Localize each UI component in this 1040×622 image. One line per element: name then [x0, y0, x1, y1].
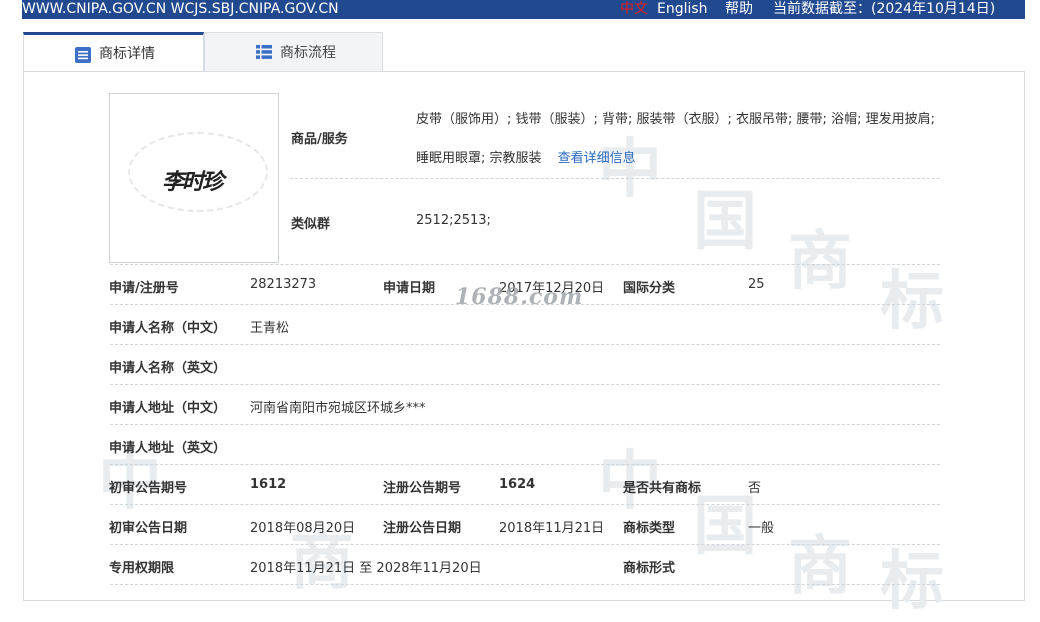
language-chinese-link[interactable]: 中文 — [620, 0, 648, 19]
tab-trademark-details[interactable]: 商标详情 — [23, 32, 204, 72]
site-watermark: 1688.com — [455, 284, 584, 310]
similar-group-label: 类似群 — [291, 217, 331, 232]
list-icon — [256, 45, 272, 59]
watermark-char: 国 — [693, 184, 757, 259]
divider — [290, 178, 940, 179]
view-details-link[interactable]: 查看详细信息 — [558, 151, 636, 166]
goods-services-text: 皮带（服饰用）; 钱带（服装）; 背带; 服装带（衣服）; 衣服吊带; 腰带; … — [416, 112, 935, 166]
trademark-image-text: 李时珍 — [162, 169, 224, 195]
shared-label: 是否共有商标 — [623, 481, 702, 496]
address-cn-label: 申请人地址（中文） — [109, 401, 227, 416]
applicant-en-label: 申请人名称（英文） — [109, 361, 227, 376]
shared-value: 否 — [748, 481, 762, 496]
trademark-image: 李时珍 — [109, 93, 279, 263]
divider — [110, 464, 940, 465]
intl-class-value: 25 — [748, 277, 765, 292]
site-urls: WWW.CNIPA.GOV.CN WCJS.SBJ.CNIPA.GOV.CN — [22, 1, 339, 17]
term-label: 专用权期限 — [109, 561, 175, 576]
prelim-date-value: 2018年08月20日 — [250, 521, 356, 536]
prelim-no-value: 1612 — [250, 477, 287, 492]
watermark-char: 商 — [788, 224, 852, 299]
prelim-no-label: 初审公告期号 — [109, 481, 188, 496]
tm-type-value: 一般 — [748, 521, 775, 536]
address-cn-value: 河南省南阳市宛城区环城乡*** — [250, 401, 426, 416]
similar-group-value: 2512;2513; — [416, 213, 491, 228]
address-en-label: 申请人地址（英文） — [109, 441, 227, 456]
divider — [110, 384, 940, 385]
help-link[interactable]: 帮助 — [725, 0, 753, 19]
watermark-char: 商 — [788, 529, 852, 604]
divider — [110, 584, 940, 585]
reg-no-value: 28213273 — [250, 277, 317, 292]
reg-pub-date-value: 2018年11月21日 — [499, 521, 605, 536]
reg-pub-date-label: 注册公告日期 — [383, 521, 462, 536]
data-cutoff-date: 当前数据截至：(2024年10月14日) — [773, 1, 996, 17]
divider — [110, 304, 940, 305]
divider — [110, 424, 940, 425]
apply-date-label: 申请日期 — [383, 281, 436, 296]
prelim-date-label: 初审公告日期 — [109, 521, 188, 536]
tab-label: 商标详情 — [99, 46, 155, 62]
tm-type-label: 商标类型 — [623, 521, 676, 536]
reg-no-label: 申请/注册号 — [109, 281, 179, 296]
tab-trademark-process[interactable]: 商标流程 — [204, 32, 383, 72]
tm-form-label: 商标形式 — [623, 561, 676, 576]
reg-pub-no-value: 1624 — [499, 477, 536, 492]
tab-label: 商标流程 — [280, 45, 336, 61]
language-english-link[interactable]: English — [657, 0, 708, 19]
divider — [110, 544, 940, 545]
intl-class-label: 国际分类 — [623, 281, 676, 296]
divider — [110, 264, 940, 265]
applicant-cn-label: 申请人名称（中文） — [109, 321, 227, 336]
tab-bar: 商标详情 商标流程 — [23, 32, 383, 72]
document-list-icon — [75, 47, 91, 63]
reg-pub-no-label: 注册公告期号 — [383, 481, 462, 496]
divider — [110, 344, 940, 345]
watermark-char: 中 — [598, 444, 662, 519]
goods-services-value: 皮带（服饰用）; 钱带（服装）; 背带; 服装带（衣服）; 衣服吊带; 腰带; … — [416, 100, 940, 178]
applicant-cn-value: 王青松 — [250, 321, 290, 336]
divider — [110, 504, 940, 505]
term-value: 2018年11月21日 至 2028年11月20日 — [250, 561, 482, 576]
top-bar: WWW.CNIPA.GOV.CN WCJS.SBJ.CNIPA.GOV.CN 中… — [22, 0, 1025, 19]
goods-label: 商品/服务 — [291, 132, 348, 147]
